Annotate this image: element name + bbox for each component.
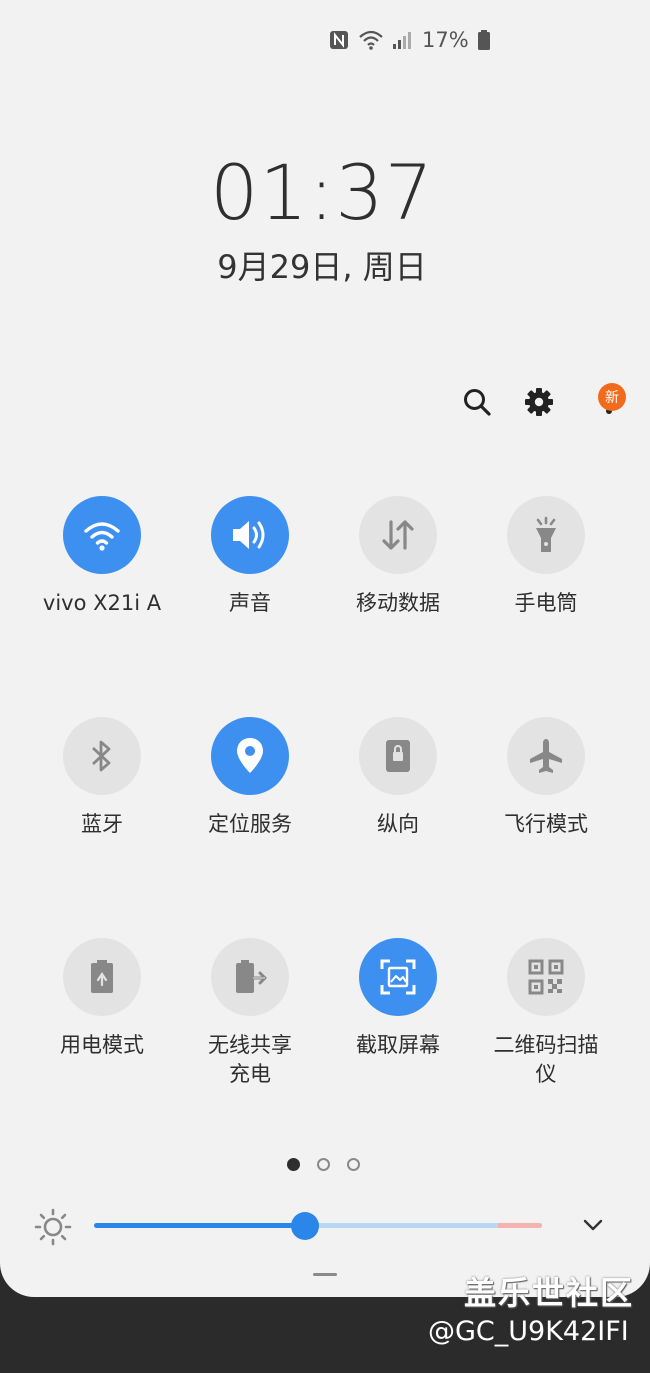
qr-code-icon bbox=[528, 959, 564, 995]
flashlight-icon bbox=[536, 516, 556, 552]
chevron-down-icon[interactable] bbox=[580, 1212, 606, 1238]
tile-flashlight-circle[interactable] bbox=[507, 496, 585, 574]
tile-label: 飞行模式 bbox=[504, 812, 588, 836]
tile-label: 移动数据 bbox=[356, 591, 440, 615]
tile-screenshot-circle[interactable] bbox=[359, 938, 437, 1016]
watermark-user: @GC_U9K42IFI bbox=[428, 1316, 629, 1347]
tile-wifi-circle[interactable] bbox=[63, 496, 141, 574]
tile-portrait[interactable]: 纵向 bbox=[323, 717, 473, 839]
tile-label: 无线共享 充电 bbox=[208, 1033, 292, 1086]
tile-label: 声音 bbox=[229, 591, 271, 615]
quick-panel: 17% 01:37 9月29日, 周日 新 vivo X21i A 声音 移动数… bbox=[0, 0, 650, 1297]
wireless-share-icon bbox=[236, 960, 267, 993]
tile-airplane-circle[interactable] bbox=[507, 717, 585, 795]
tile-qr-scanner-circle[interactable] bbox=[507, 938, 585, 1016]
wifi-icon bbox=[359, 30, 383, 50]
tile-sound-circle[interactable] bbox=[211, 496, 289, 574]
battery-icon bbox=[477, 30, 490, 50]
tile-screenshot[interactable]: 截取屏幕 bbox=[323, 938, 473, 1060]
tile-label: 二维码扫描 仪 bbox=[493, 1033, 599, 1086]
bluetooth-icon bbox=[92, 740, 111, 772]
tile-label: 截取屏幕 bbox=[356, 1033, 440, 1057]
brightness-high-zone bbox=[498, 1223, 542, 1228]
tile-location-circle[interactable] bbox=[211, 717, 289, 795]
tile-qr-scanner[interactable]: 二维码扫描 仪 bbox=[471, 938, 621, 1089]
page-dot[interactable] bbox=[347, 1158, 360, 1171]
signal-icon bbox=[393, 32, 411, 49]
tile-label: 手电筒 bbox=[514, 591, 578, 615]
new-badge: 新 bbox=[598, 383, 626, 411]
tile-label: 定位服务 bbox=[208, 812, 292, 836]
tile-sound[interactable]: 声音 bbox=[175, 496, 325, 618]
tile-mobile-data-circle[interactable] bbox=[359, 496, 437, 574]
panel-drag-handle[interactable] bbox=[313, 1273, 337, 1276]
tile-label: 用电模式 bbox=[60, 1033, 144, 1057]
tile-portrait-circle[interactable] bbox=[359, 717, 437, 795]
brightness-slider-thumb[interactable] bbox=[290, 1212, 319, 1240]
clock-date: 9月29日, 周日 bbox=[217, 248, 427, 286]
battery-percent: 17% bbox=[422, 28, 469, 52]
tile-label: vivo X21i A bbox=[42, 591, 162, 615]
power-mode-icon bbox=[91, 960, 113, 993]
tile-wireless-share-circle[interactable] bbox=[211, 938, 289, 1016]
page-indicator bbox=[287, 1158, 360, 1171]
portrait-icon bbox=[386, 740, 410, 772]
settings-button[interactable] bbox=[515, 378, 563, 426]
search-button[interactable] bbox=[453, 378, 501, 426]
tile-power-mode[interactable]: 用电模式 bbox=[27, 938, 177, 1060]
tile-mobile-data[interactable]: 移动数据 bbox=[323, 496, 473, 618]
status-bar: 17% bbox=[328, 26, 491, 54]
page-dot[interactable] bbox=[317, 1158, 330, 1171]
tile-wireless-share[interactable]: 无线共享 充电 bbox=[175, 938, 325, 1089]
tile-wifi[interactable]: vivo X21i A bbox=[27, 496, 177, 618]
tile-label: 蓝牙 bbox=[81, 812, 123, 836]
search-icon bbox=[464, 389, 491, 416]
airplane-icon bbox=[530, 739, 562, 773]
nfc-icon bbox=[330, 31, 348, 49]
page-dot[interactable] bbox=[287, 1158, 300, 1171]
screenshot-icon bbox=[380, 959, 416, 995]
tile-label: 纵向 bbox=[377, 812, 419, 836]
wifi-icon bbox=[84, 522, 120, 551]
tile-power-mode-circle[interactable] bbox=[63, 938, 141, 1016]
tile-bluetooth-circle[interactable] bbox=[63, 717, 141, 795]
watermark-title: 盖乐世社区 bbox=[464, 1274, 635, 1312]
brightness-slider-fill bbox=[94, 1223, 305, 1228]
gear-icon bbox=[525, 388, 553, 416]
tile-flashlight[interactable]: 手电筒 bbox=[471, 496, 621, 618]
sound-icon bbox=[233, 521, 265, 549]
mobile-data-icon bbox=[382, 520, 414, 550]
tile-airplane[interactable]: 飞行模式 bbox=[471, 717, 621, 839]
location-icon bbox=[237, 738, 263, 773]
clock-time: 01:37 bbox=[209, 148, 435, 237]
tile-bluetooth[interactable]: 蓝牙 bbox=[27, 717, 177, 839]
brightness-icon bbox=[34, 1208, 72, 1246]
tile-location[interactable]: 定位服务 bbox=[175, 717, 325, 839]
